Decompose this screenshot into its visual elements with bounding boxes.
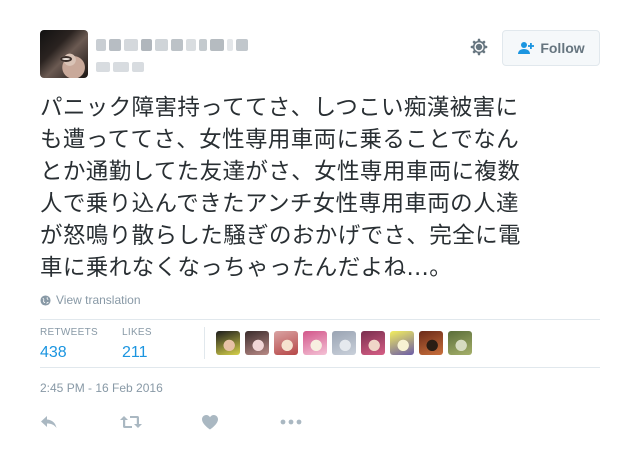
- liker-avatar[interactable]: [419, 331, 443, 355]
- liker-avatar[interactable]: [448, 331, 472, 355]
- liker-avatar[interactable]: [390, 331, 414, 355]
- retweets-label: RETWEETS: [40, 327, 98, 338]
- tweet-text-line: も遭っててさ、女性専用車両に乗ることでなん: [40, 127, 520, 153]
- liker-avatar[interactable]: [303, 331, 327, 355]
- liker-avatar[interactable]: [361, 331, 385, 355]
- gear-icon[interactable]: [468, 36, 490, 58]
- tweet-actions: [40, 411, 340, 433]
- author-handle-redacted[interactable]: [96, 60, 150, 74]
- view-translation-link[interactable]: View translation: [40, 293, 141, 307]
- follow-label: Follow: [540, 40, 585, 56]
- likes-stat[interactable]: LIKES 211: [122, 327, 152, 362]
- retweet-icon[interactable]: [120, 411, 142, 433]
- author-avatar[interactable]: [40, 30, 88, 78]
- more-icon[interactable]: [280, 411, 302, 433]
- stats-divider-bottom: [40, 367, 600, 368]
- tweet-text-line: が怒鳴り散らした騒ぎのおかげでさ、完全に電: [40, 223, 521, 249]
- liker-avatar[interactable]: [274, 331, 298, 355]
- globe-icon: [40, 294, 51, 306]
- liker-avatar[interactable]: [245, 331, 269, 355]
- tweet-text-line: パニック障害持っててさ、しつこい痴漢被害に: [40, 95, 519, 121]
- heart-icon[interactable]: [201, 411, 219, 433]
- tweet-text-line: 車に乗れなくなっちゃったんだよね…。: [40, 255, 453, 281]
- view-translation-label: View translation: [56, 293, 141, 307]
- add-user-icon: [518, 42, 535, 54]
- liker-avatar[interactable]: [216, 331, 240, 355]
- author-name-redacted[interactable]: [96, 36, 248, 54]
- retweets-count: 438: [40, 344, 67, 361]
- tweet-text-line: 人で乗り込んできたアンチ女性専用車両の人達: [40, 191, 519, 217]
- liker-avatar[interactable]: [332, 331, 356, 355]
- tweet-text: パニック障害持っててさ、しつこい痴漢被害に も遭っててさ、女性専用車両に乗ること…: [40, 92, 620, 284]
- tweet-timestamp[interactable]: 2:45 PM - 16 Feb 2016: [40, 381, 163, 395]
- retweets-stat[interactable]: RETWEETS 438: [40, 327, 98, 362]
- likes-label: LIKES: [122, 327, 152, 338]
- likes-count: 211: [122, 344, 148, 361]
- stats-divider-vertical: [204, 327, 205, 359]
- follow-button[interactable]: Follow: [502, 30, 600, 66]
- liker-avatars: [216, 331, 472, 355]
- avatar-eye: [60, 56, 72, 62]
- stats-divider-top: [40, 319, 600, 320]
- tweet-text-line: とか通勤してた友達がさ、女性専用車両に複数: [40, 159, 521, 185]
- reply-icon[interactable]: [40, 411, 58, 433]
